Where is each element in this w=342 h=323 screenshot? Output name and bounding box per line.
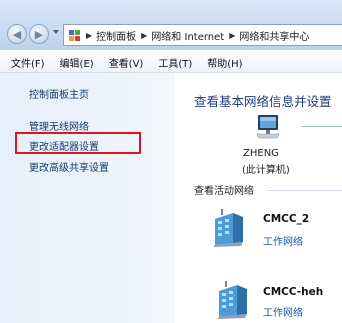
main-panel: 查看基本网络信息并设置 ZHENG (此计算机) 查看活动网络 CMCC_2 工… [175,73,342,323]
control-panel-icon [69,29,80,41]
address-box[interactable]: ▶ 控制面板 ▶ 网络和 Internet ▶ 网络和共享中心 [63,24,342,46]
network-map-line [302,126,342,127]
network-type-link[interactable]: 工作网络 [263,304,303,319]
section-divider [267,190,342,191]
sidebar-item-manage-wireless-networks[interactable]: 管理无线网络 [29,118,89,133]
menu-view[interactable]: 查看(V) [101,55,151,70]
computer-subtitle: (此计算机) [242,165,290,176]
network-building-icon [213,209,243,247]
breadcrumb-network-sharing-center[interactable]: 网络和共享中心 [239,28,309,43]
network-name: CMCC_2 [263,213,310,225]
sidebar-item-change-advanced-sharing[interactable]: 更改高级共享设置 [29,159,109,174]
forward-arrow-icon: ▶ [34,27,44,41]
sidebar-item-control-panel-home[interactable]: 控制面板主页 [29,86,89,101]
recent-pages-chevron-icon[interactable] [53,30,59,34]
back-arrow-icon: ◀ [12,27,22,41]
breadcrumb-control-panel[interactable]: 控制面板 [96,28,136,43]
menu-edit[interactable]: 编辑(E) [52,55,101,70]
active-networks-heading: 查看活动网络 [194,186,254,197]
network-name: CMCC-heh [263,286,324,298]
menu-tools[interactable]: 工具(T) [150,55,199,70]
page-title: 查看基本网络信息并设置 [194,94,332,109]
sidebar: 控制面板主页 管理无线网络 更改适配器设置 更改高级共享设置 [0,73,175,323]
breadcrumb-network-internet[interactable]: 网络和 Internet [151,28,224,43]
breadcrumb-separator-icon[interactable]: ▶ [86,31,92,40]
network-building-icon [217,281,247,319]
network-type-link[interactable]: 工作网络 [263,233,303,248]
menu-bar: 文件(F) 编辑(E) 查看(V) 工具(T) 帮助(H) [0,52,342,73]
forward-button[interactable]: ▶ [29,24,49,44]
highlight-annotation-box [15,132,141,154]
computer-icon[interactable] [254,113,282,141]
computer-name: ZHENG [243,148,279,159]
breadcrumb-separator-icon[interactable]: ▶ [229,31,235,40]
back-button[interactable]: ◀ [7,24,27,44]
address-bar-row: ◀ ▶ ▶ 控制面板 ▶ 网络和 Internet ▶ 网络和共享中心 [0,0,342,50]
breadcrumb-separator-icon[interactable]: ▶ [141,31,147,40]
menu-file[interactable]: 文件(F) [0,55,52,70]
menu-help[interactable]: 帮助(H) [199,55,249,70]
